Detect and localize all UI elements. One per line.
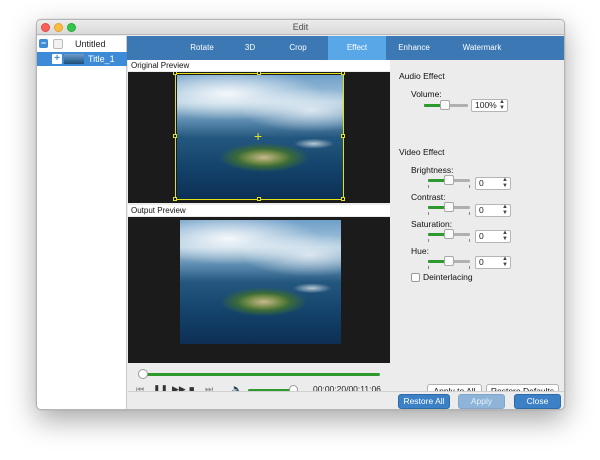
stepper-arrows-icon[interactable]: ▲ ▼ [502,204,508,216]
volume-label: Volume: [411,89,442,99]
slider-knob[interactable] [444,202,454,212]
crop-handle[interactable] [341,197,345,201]
tab-3d[interactable]: 3D [233,36,267,60]
video-effect-heading: Video Effect [399,147,445,157]
crop-handle[interactable] [341,72,345,75]
tab-enhance[interactable]: Enhance [386,36,442,60]
minimize-window-button[interactable] [54,23,63,32]
tab-watermark[interactable]: Watermark [447,36,517,60]
edit-window: Edit − Untitled + Title_1 Rotate 3D Crop… [36,19,565,410]
slider-knob[interactable] [440,100,450,110]
hue-value: 0 [479,257,484,267]
hue-slider[interactable] [428,256,470,269]
hue-stepper[interactable]: 0 ▲ ▼ [475,256,511,269]
saturation-value: 0 [479,231,484,241]
crop-handle[interactable] [173,72,177,75]
audio-volume-slider[interactable] [424,100,468,110]
crop-handle[interactable] [257,72,261,75]
video-thumbnail [64,54,84,64]
contrast-slider[interactable] [428,202,470,215]
apply-button[interactable]: Apply [458,394,505,409]
stepper-arrows-icon[interactable]: ▲ ▼ [502,177,508,189]
crop-handle[interactable] [173,197,177,201]
original-preview: + [128,72,390,203]
file-list-sidebar: − Untitled + Title_1 [37,36,127,409]
volume-stepper[interactable]: 100% ▲ ▼ [471,99,508,112]
brightness-stepper[interactable]: 0 ▲ ▼ [475,177,511,190]
crop-handle[interactable] [257,197,261,201]
brightness-value: 0 [479,178,484,188]
slider-knob[interactable] [444,175,454,185]
hue-label: Hue: [411,246,429,256]
volume-value: 100% [475,100,497,110]
slider-knob[interactable] [444,256,454,266]
contrast-stepper[interactable]: 0 ▲ ▼ [475,204,511,217]
tab-rotate[interactable]: Rotate [179,36,225,60]
window-title: Edit [292,22,309,32]
saturation-stepper[interactable]: 0 ▲ ▼ [475,230,511,243]
collapse-icon[interactable]: − [39,39,48,48]
close-button[interactable]: Close [514,394,561,409]
sidebar-item-title-1[interactable]: + Title_1 [37,52,127,66]
tab-crop[interactable]: Crop [278,36,318,60]
deinterlacing-checkbox[interactable] [411,273,420,282]
stepper-arrows-icon[interactable]: ▲ ▼ [502,230,508,242]
original-preview-label: Original Preview [128,60,390,71]
brightness-slider[interactable] [428,175,470,188]
effect-settings-panel: Audio Effect Volume: 100% ▲ ▼ Video Effec… [390,60,564,399]
tab-bar: Rotate 3D Crop Effect Enhance Watermark [127,36,564,60]
checkbox-icon[interactable] [53,39,63,49]
restore-all-button[interactable]: Restore All [398,394,450,409]
sidebar-item-label: Untitled [75,39,106,49]
close-window-button[interactable] [41,23,50,32]
contrast-label: Contrast: [411,192,446,202]
crop-handle[interactable] [341,134,345,138]
footer-bar: Restore All Apply Close [128,391,564,409]
add-icon[interactable]: + [52,54,62,64]
deinterlacing-label: Deinterlacing [423,272,473,282]
crosshair-icon: + [254,128,263,144]
saturation-slider[interactable] [428,229,470,242]
saturation-label: Saturation: [411,219,453,229]
zoom-window-button[interactable] [67,23,76,32]
output-video-frame [180,220,341,344]
output-preview-label: Output Preview [128,205,390,216]
sidebar-item-label: Title_1 [88,54,115,64]
timeline[interactable] [128,363,390,381]
sidebar-item-untitled[interactable]: − Untitled [37,37,127,51]
output-preview [128,217,390,363]
title-bar[interactable]: Edit [37,20,564,35]
slider-knob[interactable] [444,229,454,239]
stepper-arrows-icon[interactable]: ▲ ▼ [499,99,505,111]
brightness-label: Brightness: [411,165,454,175]
audio-effect-heading: Audio Effect [399,71,445,81]
contrast-value: 0 [479,205,484,215]
stepper-arrows-icon[interactable]: ▲ ▼ [502,256,508,268]
timeline-playhead[interactable] [138,369,148,379]
tab-effect[interactable]: Effect [328,36,386,60]
timeline-track[interactable] [142,373,380,376]
crop-handle[interactable] [173,134,177,138]
